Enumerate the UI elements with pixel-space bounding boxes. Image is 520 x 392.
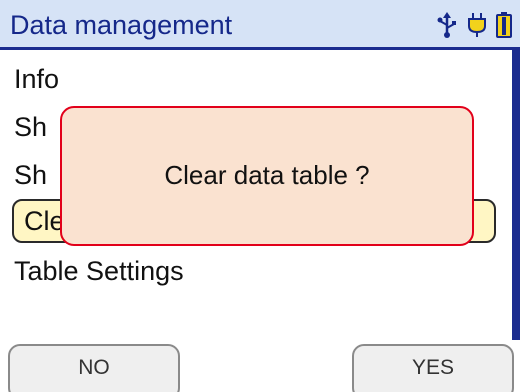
page-title: Data management <box>10 10 233 40</box>
scrollbar[interactable] <box>512 50 520 340</box>
yes-button[interactable]: YES <box>352 344 514 392</box>
charging-plug-icon <box>468 12 486 38</box>
no-button[interactable]: NO <box>8 344 180 392</box>
usb-icon <box>436 12 458 38</box>
menu-item-table-settings[interactable]: Table Settings <box>14 256 184 287</box>
menu-item-info[interactable]: Info <box>14 64 59 95</box>
confirm-dialog: Clear data table ? <box>60 106 474 246</box>
menu-item-show-1[interactable]: Sh <box>14 112 47 143</box>
status-icons <box>436 12 512 38</box>
title-bar: Data management <box>0 0 520 50</box>
battery-icon <box>496 12 512 38</box>
device-screen: Data management Info Sh Sh Cle Table Set… <box>0 0 520 392</box>
menu-item-show-2[interactable]: Sh <box>14 160 47 191</box>
dialog-message: Clear data table ? <box>164 160 370 190</box>
